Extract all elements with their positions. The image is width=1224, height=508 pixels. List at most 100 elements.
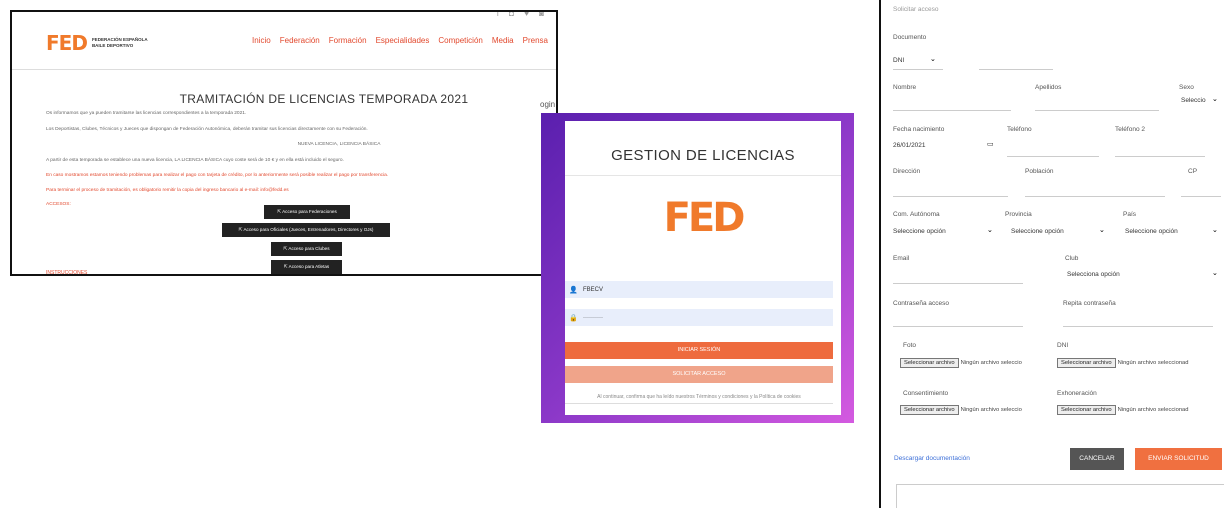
email-label: Email (893, 255, 910, 262)
nav-competicion[interactable]: Competición (438, 36, 482, 45)
foto-file-input[interactable]: Seleccionar archivo Ningún archivo selec… (900, 358, 1054, 368)
exoneracion-file-button[interactable]: Seleccionar archivo (1057, 405, 1116, 415)
main-nav: Inicio Federación Formación Especialidad… (252, 36, 548, 45)
com-autonoma-select[interactable]: Seleccione opción (893, 228, 946, 235)
telefono2-input[interactable] (1115, 156, 1205, 157)
chevron-down-icon: ⌄ (1099, 227, 1105, 234)
cp-input[interactable] (1181, 196, 1221, 197)
accesos-label: ACCESOS: (46, 202, 71, 207)
nav-inicio[interactable]: Inicio (252, 36, 271, 45)
consentimiento-file-button[interactable]: Seleccionar archivo (900, 405, 959, 415)
sexo-select[interactable]: Seleccio (1181, 97, 1206, 104)
foto-label: Foto (903, 342, 917, 349)
chevron-down-icon: ⌄ (1212, 227, 1218, 234)
poblacion-label: Población (1025, 168, 1054, 175)
terms-text: Al continuar, confirma que ha leído nues… (565, 394, 833, 404)
paragraph-1: Os informamos que ya pueden tramitarse l… (46, 111, 247, 116)
dni-file-button[interactable]: Seleccionar archivo (1057, 358, 1116, 368)
pais-label: País (1123, 211, 1137, 218)
request-access-button[interactable]: SOLICITAR ACCESO (565, 366, 833, 383)
foto-file-status: Ningún archivo seleccio (960, 360, 1022, 366)
chevron-down-icon: ⌄ (1212, 96, 1218, 103)
email-input[interactable] (893, 283, 1023, 284)
dni-label: DNI (1057, 342, 1069, 349)
foto-file-button[interactable]: Seleccionar archivo (900, 358, 959, 368)
paragraph-4: A partir de esta temporada se establece … (46, 158, 344, 163)
telefono-input[interactable] (1007, 156, 1099, 157)
acceso-oficiales-button[interactable]: ⇱ Acceso para Oficiales (Jueces, Entrena… (222, 223, 390, 237)
nombre-label: Nombre (893, 84, 917, 91)
consentimiento-label: Consentimiento (903, 390, 949, 397)
paragraph-3: NUEVA LICENCIA, LICENCIA BÁSICA (297, 142, 381, 147)
dni-file-status: Ningún archivo seleccionad (1117, 360, 1189, 366)
user-icon: 👤 (569, 286, 578, 294)
exoneracion-label: Exhoneración (1057, 390, 1097, 397)
acceso-federaciones-button[interactable]: ⇱ Acceso para Federaciones (264, 205, 350, 219)
login-divider (565, 175, 841, 176)
download-documentation-link[interactable]: Descargar documentación (894, 455, 970, 462)
documento-number-input[interactable] (979, 69, 1053, 70)
consentimiento-file-input[interactable]: Seleccionar archivo Ningún archivo selec… (900, 405, 1054, 415)
telefono2-label: Teléfono 2 (1115, 126, 1145, 133)
nav-formacion[interactable]: Formación (329, 36, 367, 45)
provincia-select[interactable]: Seleccione opción (1011, 228, 1064, 235)
password-value: ·········· (583, 314, 603, 321)
exoneracion-file-status: Ningún archivo seleccionad (1117, 407, 1189, 413)
pais-select[interactable]: Seleccione opción (1125, 228, 1178, 235)
logo-text: FEDERACIÓN ESPAÑOLA BAILE DEPORTIVO (91, 37, 148, 48)
fecha-label: Fecha nacimiento (893, 126, 945, 133)
page-title: TRAMITACIÓN DE LICENCIAS TEMPORADA 2021 (179, 92, 469, 106)
provincia-label: Provincia (1005, 211, 1032, 218)
site-logo[interactable]: FED FEDERACIÓN ESPAÑOLA BAILE DEPORTIVO (46, 31, 148, 55)
dni-file-input[interactable]: Seleccionar archivo Ningún archivo selec… (1057, 358, 1224, 368)
login-button[interactable]: INICIAR SESIÓN (565, 342, 833, 359)
com-autonoma-label: Com. Autónoma (893, 211, 940, 218)
username-field[interactable]: 👤 FBECV (565, 281, 833, 298)
nav-media[interactable]: Media (492, 36, 514, 45)
acceso-atletas-button[interactable]: ⇱ Acceso para Atletas (271, 260, 342, 274)
club-select[interactable]: Selecciona opción (1067, 271, 1120, 278)
nombre-input[interactable] (893, 110, 1011, 111)
acceso-clubes-button[interactable]: ⇱ Acceso para Clubes (271, 242, 342, 256)
login-heading: GESTION DE LICENCIAS (611, 147, 795, 164)
nav-federacion[interactable]: Federación (280, 36, 320, 45)
fecha-input[interactable]: 26/01/2021 (893, 142, 926, 149)
header-divider (12, 69, 556, 70)
cp-label: CP (1188, 168, 1198, 175)
nav-especialidades[interactable]: Especialidades (376, 36, 430, 45)
repeat-password-label: Repita contraseña (1063, 300, 1116, 307)
form-header-partial: Solicitar acceso (893, 6, 939, 13)
paragraph-2: Los Deportistas, Clubes, Técnicos y Juec… (46, 127, 368, 132)
login-screenshot: GESTION DE LICENCIAS FED 👤 FBECV 🔒 ·····… (541, 113, 854, 423)
telefono-label: Teléfono (1007, 126, 1032, 133)
social-icons[interactable]: f ◘ ♥ ◙ (497, 12, 548, 18)
club-label: Club (1065, 255, 1079, 262)
repeat-password-input[interactable] (1063, 326, 1213, 327)
send-request-button[interactable]: ENVIAR SOLICITUD (1135, 448, 1222, 470)
chevron-down-icon: ⌄ (987, 227, 993, 234)
poblacion-input[interactable] (1025, 196, 1165, 197)
direccion-input[interactable] (893, 196, 1008, 197)
nav-prensa[interactable]: Prensa (523, 36, 548, 45)
password-field[interactable]: 🔒 ·········· (565, 309, 833, 326)
cancel-button[interactable]: CANCELAR (1070, 448, 1124, 470)
access-request-form-screenshot: Solicitar acceso Documento DNI ⌄ Nombre … (879, 0, 1224, 508)
documento-select[interactable]: DNI (893, 57, 904, 64)
instrucciones-heading: INSTRUCCIONES (46, 270, 88, 276)
direccion-label: Dirección (893, 168, 921, 175)
login-logo: FED (663, 195, 746, 241)
sexo-label: Sexo (1179, 84, 1194, 91)
apellidos-input[interactable] (1035, 110, 1159, 111)
paragraph-5: En caso mostramos estamos teniendo probl… (46, 173, 389, 178)
password-input[interactable] (893, 326, 1023, 327)
logo-mark: FED (46, 31, 88, 55)
calendar-icon[interactable]: ▭ (987, 140, 994, 148)
documento-underline (893, 69, 943, 70)
apellidos-label: Apellidos (1035, 84, 1062, 91)
paragraph-6: Para terminar el proceso de tramitación,… (46, 188, 289, 193)
password-label: Contraseña acceso (893, 300, 950, 307)
exoneracion-file-input[interactable]: Seleccionar archivo Ningún archivo selec… (1057, 405, 1224, 415)
username-value: FBECV (583, 286, 604, 293)
comments-textarea[interactable] (896, 484, 1224, 508)
login-card: GESTION DE LICENCIAS FED 👤 FBECV 🔒 ·····… (565, 121, 841, 415)
